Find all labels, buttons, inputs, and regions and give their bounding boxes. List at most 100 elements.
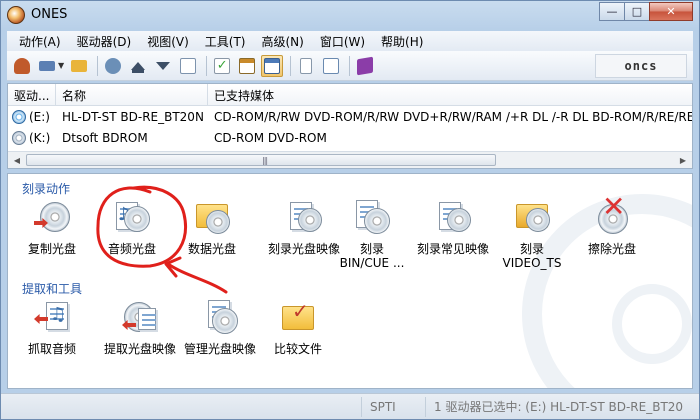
status-bar: SPTI 1 驱动器已选中: (E:) HL-DT-ST BD-RE_BT20 [1, 393, 699, 419]
burn-bincue-action[interactable]: 刻录 BIN/CUE ... [332, 198, 412, 270]
copy-disc-icon [32, 198, 72, 238]
menu-advanced[interactable]: 高级(N) [253, 33, 311, 50]
view-panel-icon [264, 57, 281, 74]
toolbar-separator [349, 55, 351, 76]
burn-videots-label2: VIDEO_TS [502, 256, 562, 270]
rip-audio-label: 抓取音频 [27, 342, 76, 356]
edit-icon [323, 57, 340, 74]
copy-disc-action[interactable]: 复制光盘 [12, 198, 92, 256]
properties-icon [180, 57, 197, 74]
disc-type-button[interactable] [36, 55, 58, 77]
compare-files-label: 比较文件 [273, 342, 322, 356]
extract-image-label: 提取光盘映像 [103, 342, 176, 356]
menu-tools[interactable]: 工具(T) [197, 33, 254, 50]
column-name[interactable]: 名称 [56, 84, 208, 105]
section-burn-actions: 刻录动作 [22, 180, 78, 197]
scroll-left-icon[interactable]: ◀ [9, 153, 25, 167]
column-media[interactable]: 已支持媒体 [208, 84, 692, 105]
minimize-button[interactable]: — [599, 2, 625, 21]
menu-drive[interactable]: 驱动器(D) [69, 33, 140, 50]
verify-button[interactable]: ✓ [211, 55, 233, 77]
burn-videots-icon [512, 198, 552, 238]
status-message: 1 驱动器已选中: (E:) HL-DT-ST BD-RE_BT20 [425, 396, 697, 417]
scrollbar-grip: ||| [262, 156, 268, 165]
erase-disc-icon: ✕ [592, 193, 632, 238]
section-extract-title: 提取和工具 [22, 282, 83, 296]
rip-audio-action[interactable]: ♫ 抓取音频 [12, 298, 92, 356]
drive-row[interactable]: (E:) HL-DT-ST BD-RE_BT20N CD-ROM/R/RW DV… [8, 106, 692, 127]
burn-videots-action[interactable]: 刻录 VIDEO_TS [492, 198, 572, 270]
view-details-button[interactable] [236, 55, 258, 77]
search-drive-icon [105, 57, 122, 74]
drive-list-header: 驱动... 名称 已支持媒体 [8, 84, 692, 106]
section-extract-tools: 提取和工具 [22, 280, 82, 297]
burn-image-icon [284, 198, 324, 238]
help-book-button[interactable] [354, 55, 376, 77]
column-drive[interactable]: 驱动... [8, 84, 56, 105]
drive-name: Dtsoft BDROM [62, 130, 148, 145]
burn-common-image-label: 刻录常见映像 [416, 242, 489, 256]
burn-bincue-icon [352, 198, 392, 238]
burn-videots-label: 刻录 [519, 242, 544, 256]
maximize-button[interactable]: □ [624, 2, 650, 21]
open-folder-icon [71, 59, 88, 72]
menu-window[interactable]: 窗口(W) [312, 33, 373, 50]
audio-disc-icon: ♪ [112, 198, 152, 238]
section-burn-title: 刻录动作 [22, 182, 71, 196]
search-drive-button[interactable] [102, 55, 124, 77]
menu-bar: 动作(A) 驱动器(D) 视图(V) 工具(T) 高级(N) 窗口(W) 帮助(… [7, 31, 693, 51]
toolbar-separator [290, 55, 292, 76]
menu-action[interactable]: 动作(A) [11, 33, 69, 50]
eject-icon [131, 61, 146, 70]
audio-disc-action[interactable]: ♪ 音频光盘 [92, 198, 172, 256]
eject-button[interactable] [127, 55, 149, 77]
compare-files-action[interactable]: ✓ 比较文件 [258, 298, 338, 356]
disc-type-icon [39, 60, 55, 71]
edit-button[interactable] [320, 55, 342, 77]
burn-wizard-button[interactable] [11, 55, 33, 77]
manage-image-icon [200, 298, 240, 338]
close-button[interactable]: ✕ [649, 2, 693, 21]
data-disc-label: 数据光盘 [187, 242, 236, 256]
drive-media: CD-ROM DVD-ROM [214, 130, 327, 145]
burn-wizard-icon [14, 57, 30, 74]
manage-image-action[interactable]: 管理光盘映像 [174, 298, 266, 356]
erase-disc-action[interactable]: ✕ 擦除光盘 [572, 193, 652, 257]
load-tray-icon [156, 61, 171, 70]
open-folder-button[interactable] [68, 55, 90, 77]
erase-disc-label: 擦除光盘 [587, 242, 636, 256]
app-logo-icon [7, 6, 25, 24]
notes-button[interactable] [295, 55, 317, 77]
extract-image-icon [120, 298, 160, 338]
action-panel: 刻录动作 复制光盘 ♪ 音频光盘 数据光盘 刻录光盘映像 刻录 BIN/CUE … [7, 173, 693, 389]
horizontal-scrollbar[interactable]: ◀ ||| ▶ [8, 151, 692, 168]
extract-image-action[interactable]: 提取光盘映像 [94, 298, 186, 356]
menu-view[interactable]: 视图(V) [139, 33, 197, 50]
window-controls: — □ ✕ [599, 2, 693, 22]
drive-row[interactable]: (K:) Dtsoft BDROM CD-ROM DVD-ROM [8, 127, 692, 148]
manage-image-label: 管理光盘映像 [183, 342, 256, 356]
drive-name: HL-DT-ST BD-RE_BT20N [62, 109, 204, 124]
drive-list: 驱动... 名称 已支持媒体 (E:) HL-DT-ST BD-RE_BT20N… [7, 83, 693, 169]
data-disc-action[interactable]: 数据光盘 [172, 198, 252, 256]
scrollbar-thumb[interactable]: ||| [26, 154, 496, 166]
data-disc-icon [192, 198, 232, 238]
properties-button[interactable] [177, 55, 199, 77]
title-bar[interactable]: ONES — □ ✕ [1, 1, 699, 29]
view-panel-button[interactable] [261, 54, 284, 77]
load-tray-button[interactable] [152, 55, 174, 77]
drive-letter: (K:) [29, 130, 51, 145]
menu-help[interactable]: 帮助(H) [373, 33, 431, 50]
copy-disc-label: 复制光盘 [27, 242, 76, 256]
compare-files-icon: ✓ [278, 298, 318, 338]
window-title: ONES [31, 7, 68, 22]
optical-drive-icon [12, 109, 26, 124]
burn-common-image-action[interactable]: 刻录常见映像 [408, 198, 498, 256]
chevron-down-icon[interactable]: ▼ [58, 61, 64, 70]
audio-disc-label: 音频光盘 [107, 242, 156, 256]
status-mode: SPTI [361, 396, 425, 417]
burn-bincue-label2: BIN/CUE ... [339, 256, 405, 270]
burn-bincue-label: 刻录 [359, 242, 384, 256]
scroll-right-icon[interactable]: ▶ [675, 153, 691, 167]
help-book-icon [357, 56, 374, 75]
